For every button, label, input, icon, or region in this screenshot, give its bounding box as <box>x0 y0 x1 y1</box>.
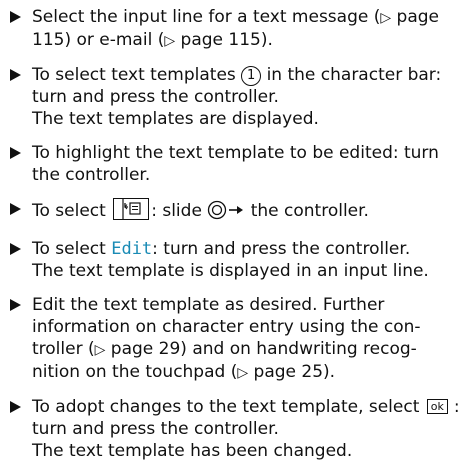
step-result: The text template has been changed. <box>32 441 353 461</box>
instruction-step-6: Edit the text template as desired. Furth… <box>8 294 460 384</box>
instruction-page: Select the input line for a text message… <box>0 0 464 466</box>
triangle-bullet-icon <box>10 401 21 413</box>
instruction-step-3: To highlight the text template to be edi… <box>8 142 460 186</box>
step-result: The text templates are displayed. <box>32 109 319 129</box>
controller-slide-right-icon <box>207 200 245 226</box>
triangle-bullet-icon <box>10 243 21 255</box>
triangle-bullet-icon <box>10 203 21 215</box>
page-reference-icon: ▷ <box>237 365 249 381</box>
circled-number-1: 1 <box>241 66 262 86</box>
ok-key-icon: ok <box>426 399 448 414</box>
triangle-bullet-icon <box>10 299 21 311</box>
instruction-step-4: To select : slide the controller. <box>8 198 460 226</box>
triangle-bullet-icon <box>10 147 21 159</box>
page-reference-icon: ▷ <box>380 10 392 26</box>
edit-menu-item-label: Edit <box>111 239 153 259</box>
triangle-bullet-icon <box>10 11 21 23</box>
instruction-step-7: To adopt changes to the text template, s… <box>8 396 460 462</box>
page-reference-icon: ▷ <box>94 342 106 358</box>
instruction-step-1: Select the input line for a text message… <box>8 6 460 52</box>
instruction-step-5: To select Edit: turn and press the contr… <box>8 238 460 282</box>
page-reference-icon: ▷ <box>164 33 176 49</box>
template-list-icon <box>113 198 150 220</box>
instruction-step-2: To select text templates 1 in the charac… <box>8 64 460 130</box>
step-result: The text template is displayed in an inp… <box>32 261 429 281</box>
triangle-bullet-icon <box>10 69 21 81</box>
